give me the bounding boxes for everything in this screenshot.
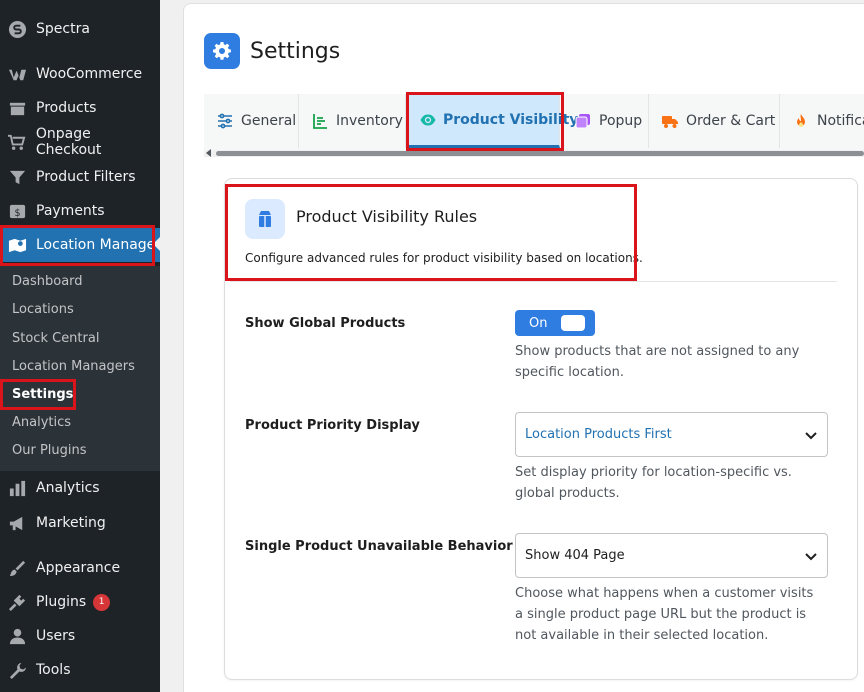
sidebar-item-label: Plugins (36, 594, 87, 610)
spectra-icon (7, 19, 27, 39)
sidebar-item-label: Tools (36, 662, 71, 678)
eye-icon (420, 111, 436, 129)
tab-label: Product Visibility (443, 111, 579, 128)
product-priority-help: Set display priority for location-specif… (515, 465, 792, 501)
tabs-scrollbar[interactable] (204, 150, 864, 157)
submenu-item-locations[interactable]: Locations (12, 301, 74, 319)
submenu-item-stock-central[interactable]: Stock Central (12, 330, 99, 348)
building-icon (245, 199, 285, 239)
sidebar-item-label: Analytics (36, 480, 100, 496)
woocommerce-icon (7, 64, 27, 84)
sidebar-item-products[interactable]: Products (0, 91, 160, 125)
sidebar-item-users[interactable]: Users (0, 619, 160, 653)
section-divider (230, 281, 837, 282)
sidebar-item-label: Users (36, 628, 76, 644)
gear-icon (204, 33, 240, 69)
wrench-icon (7, 660, 27, 680)
fire-icon (792, 112, 810, 130)
submenu-item-settings[interactable]: Settings (12, 386, 73, 404)
tab-label: Inventory (336, 113, 403, 129)
users-icon (7, 626, 27, 646)
chevron-down-icon (804, 428, 818, 442)
sidebar-item-label: Payments (36, 203, 105, 219)
sidebar-item-label: Location Manage (36, 237, 156, 253)
filter-icon (7, 167, 27, 187)
sidebar-item-product-filters[interactable]: Product Filters (0, 160, 160, 194)
truck-icon (661, 112, 679, 130)
sidebar-item-tools[interactable]: Tools (0, 653, 160, 687)
submenu-item-location-managers[interactable]: Location Managers (12, 358, 135, 376)
tab-popup[interactable]: Popup (562, 94, 649, 148)
page-header: Settings (204, 33, 340, 69)
sidebar-item-woocommerce[interactable]: WooCommerce (0, 57, 160, 91)
sidebar-item-plugins[interactable]: Plugins 1 (0, 585, 160, 619)
sidebar-item-label: Onpage Checkout (35, 126, 102, 158)
sidebar-item-label: Marketing (36, 515, 106, 531)
tab-product-visibility[interactable]: Product Visibility (409, 94, 578, 148)
sidebar-item-spectra[interactable]: Spectra (0, 12, 160, 46)
paintbrush-icon (7, 558, 27, 578)
sidebar-item-location-manage[interactable]: Location Manage (0, 228, 161, 262)
products-icon (7, 98, 27, 118)
sidebar-item-label: Product Filters (36, 169, 136, 185)
sidebar-item-label: Appearance (36, 560, 121, 576)
svg-text:$: $ (14, 207, 20, 218)
tab-order-cart[interactable]: Order & Cart (649, 94, 780, 148)
analytics-icon (7, 478, 27, 498)
tab-inventory[interactable]: Inventory (299, 94, 406, 148)
sidebar-item-label: WooCommerce (36, 66, 143, 82)
scroll-left-arrow-icon[interactable] (206, 149, 211, 157)
select-value: Location Products First (525, 427, 672, 442)
unavailable-behavior-help: Choose what happens when a customer visi… (515, 586, 814, 643)
tab-label: General (241, 113, 297, 129)
content-gutter (160, 0, 182, 692)
show-global-products-help: Show products that are not assigned to a… (515, 344, 800, 380)
bar-list-icon (311, 112, 329, 130)
toggle-knob (561, 315, 585, 331)
section-subtitle: Configure advanced rules for product vis… (245, 251, 643, 265)
popup-icon (574, 112, 592, 130)
show-global-products-label: Show Global Products (245, 316, 406, 331)
tab-label: Order & Cart (686, 113, 776, 129)
tab-general[interactable]: General (204, 94, 299, 148)
submenu-item-our-plugins[interactable]: Our Plugins (12, 442, 87, 460)
section-title: Product Visibility Rules (296, 207, 478, 226)
page-title: Settings (250, 38, 341, 64)
sidebar-item-onpage-checkout[interactable]: Onpage Checkout (0, 125, 160, 159)
sidebar-item-label: Spectra (36, 21, 90, 37)
product-priority-select[interactable]: Location Products First (515, 412, 828, 457)
plugin-icon (7, 592, 27, 612)
location-manage-submenu: Dashboard Locations Stock Central Locati… (0, 266, 160, 471)
unavailable-behavior-select[interactable]: Show 404 Page (515, 533, 828, 578)
sidebar-item-appearance[interactable]: Appearance (0, 551, 160, 585)
show-global-products-toggle[interactable]: On (515, 310, 595, 336)
tab-label: Notifica (817, 113, 864, 129)
sliders-icon (216, 112, 234, 130)
select-value: Show 404 Page (525, 548, 625, 563)
megaphone-icon (7, 513, 27, 533)
tab-notifications[interactable]: Notifica (780, 94, 864, 148)
admin-sidebar: Spectra WooCommerce Products Onpage Chec… (0, 0, 161, 692)
sidebar-item-label: Products (36, 100, 97, 116)
cart-icon (7, 132, 27, 152)
sidebar-item-analytics[interactable]: Analytics (0, 471, 160, 505)
settings-tabs: General Inventory Product Visibility Pop… (204, 94, 864, 151)
sidebar-item-marketing[interactable]: Marketing (0, 506, 160, 540)
unavailable-behavior-label: Single Product Unavailable Behavior (245, 539, 513, 554)
sidebar-item-payments[interactable]: $ Payments (0, 194, 160, 228)
toggle-state-text: On (529, 315, 548, 331)
tab-label: Popup (599, 113, 643, 129)
scrollbar-thumb[interactable] (216, 151, 864, 156)
payments-icon: $ (7, 201, 27, 221)
submenu-item-analytics[interactable]: Analytics (12, 414, 71, 432)
chevron-down-icon (804, 549, 818, 563)
map-icon (7, 235, 27, 255)
update-count-badge: 1 (93, 593, 111, 611)
submenu-item-dashboard[interactable]: Dashboard (12, 273, 83, 291)
product-priority-label: Product Priority Display (245, 418, 420, 433)
